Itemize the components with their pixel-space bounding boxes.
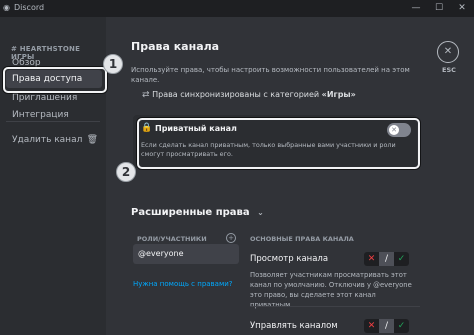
delete-channel-button[interactable]: Удалить канал 🗑 [6,131,102,149]
sync-icon: ⇄ [142,90,150,100]
role-item-everyone[interactable]: @everyone [133,244,239,264]
sync-status: ⇄ Права синхронизированы с категорией «И… [142,90,356,100]
page-title: Права канала [131,40,220,53]
esc-label: ESC [442,66,456,74]
settings-sidebar: # HEARTHSTONE ИГРЫ Обзор Права доступа П… [0,17,106,335]
annotation-badge-1: 1 [103,54,123,74]
close-window-button[interactable]: ✕ [451,0,473,17]
page-description: Используйте права, чтобы настроить возмо… [131,66,410,84]
deny-icon[interactable]: ✕ [364,319,379,333]
close-icon: ✕ [443,46,453,57]
permission-toggle-manage-channel: ✕ / ✓ [364,319,409,333]
discord-logo-icon: ◉ [3,3,10,12]
help-link[interactable]: Нужна помощь с правами? [133,280,233,288]
app-title: Discord [14,3,45,12]
title-bar: ◉ Discord — ☐ ✕ [0,0,474,17]
neutral-icon[interactable]: / [379,252,394,266]
deny-icon[interactable]: ✕ [364,252,379,266]
permission-divider [250,306,420,307]
permission-name-manage-channel: Управлять каналом [250,321,338,331]
allow-icon[interactable]: ✓ [394,252,409,266]
basic-permissions-header: ОСНОВНЫЕ ПРАВА КАНАЛА [250,235,354,243]
permission-toggle-view-channel: ✕ / ✓ [364,252,409,266]
roles-header: РОЛИ/УЧАСТНИКИ [137,235,207,243]
sidebar-divider [6,121,100,122]
neutral-icon[interactable]: / [379,319,394,333]
highlight-frame-1 [3,67,107,93]
hash-icon: # [11,45,18,53]
close-settings-button[interactable]: ✕ [437,41,459,63]
permission-description-view-channel: Позволяет участникам просматривать этот … [250,271,412,309]
maximize-button[interactable]: ☐ [428,0,450,17]
allow-icon[interactable]: ✓ [394,319,409,333]
add-role-icon[interactable]: + [226,233,236,243]
trash-icon: 🗑 [86,135,98,145]
advanced-permissions-title[interactable]: Расширенные права ⌄ [131,207,264,218]
annotation-badge-2: 2 [116,162,136,182]
permission-name-view-channel: Просмотр канала [250,254,329,264]
chevron-down-icon: ⌄ [257,208,264,217]
minimize-button[interactable]: — [405,0,427,17]
highlight-frame-2 [137,118,420,169]
